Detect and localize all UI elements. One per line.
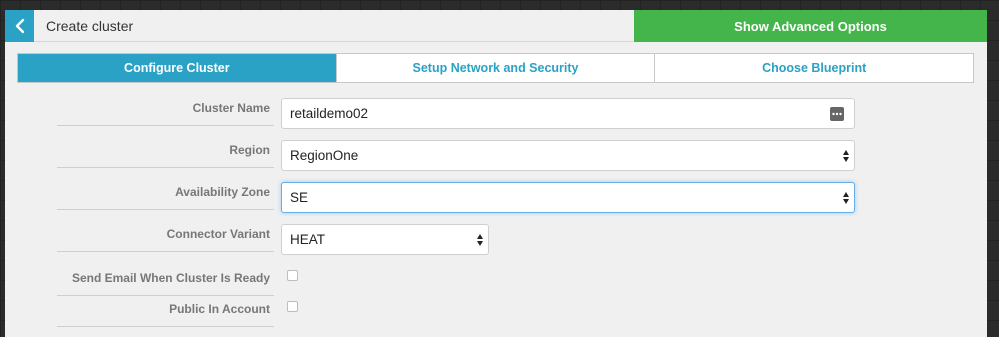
tab-setup-network-and-security[interactable]: Setup Network and Security — [337, 54, 656, 82]
header-bar: Create cluster Show Advanced Options — [5, 10, 987, 42]
select-arrows-icon — [477, 234, 483, 246]
connector-variant-select[interactable]: HEAT — [281, 224, 489, 255]
wizard-tabs: Configure Cluster Setup Network and Secu… — [17, 53, 974, 83]
availability-zone-row: Availability Zone SE — [57, 182, 957, 214]
create-cluster-panel: Create cluster Show Advanced Options Con… — [5, 10, 987, 337]
select-arrows-icon — [843, 192, 849, 204]
region-select[interactable]: RegionOne — [281, 140, 855, 171]
availability-zone-label: Availability Zone — [57, 182, 274, 210]
availability-zone-select[interactable]: SE — [281, 182, 855, 213]
cluster-name-row: Cluster Name retaildemo02 — [57, 98, 957, 130]
region-row: Region RegionOne — [57, 140, 957, 172]
cluster-name-input[interactable]: retaildemo02 — [281, 98, 855, 129]
show-advanced-options-button[interactable]: Show Advanced Options — [634, 10, 987, 42]
chevron-left-icon — [15, 18, 24, 34]
page-title: Create cluster — [34, 10, 634, 42]
send-email-checkbox[interactable] — [287, 270, 298, 281]
availability-zone-value: SE — [290, 190, 309, 205]
select-arrows-icon — [843, 150, 849, 162]
connector-variant-value: HEAT — [290, 232, 326, 247]
more-dots-icon[interactable] — [830, 107, 844, 121]
tab-choose-blueprint[interactable]: Choose Blueprint — [655, 54, 973, 82]
cluster-name-label: Cluster Name — [57, 98, 274, 126]
back-button[interactable] — [5, 10, 34, 42]
tab-configure-cluster[interactable]: Configure Cluster — [18, 54, 337, 82]
region-label: Region — [57, 140, 274, 168]
connector-variant-row: Connector Variant HEAT — [57, 224, 957, 256]
cluster-name-value: retaildemo02 — [290, 106, 369, 121]
public-in-account-checkbox[interactable] — [287, 301, 298, 312]
public-in-account-row: Public In Account — [57, 299, 957, 331]
region-value: RegionOne — [290, 148, 359, 163]
send-email-row: Send Email When Cluster Is Ready — [57, 268, 957, 300]
send-email-label: Send Email When Cluster Is Ready — [57, 268, 274, 296]
public-in-account-label: Public In Account — [57, 299, 274, 327]
connector-variant-label: Connector Variant — [57, 224, 274, 252]
